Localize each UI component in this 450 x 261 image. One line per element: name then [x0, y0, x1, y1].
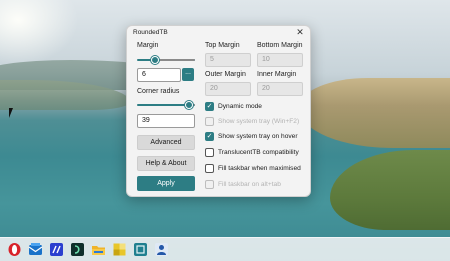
taskbar: [0, 237, 450, 261]
margin-slider[interactable]: [137, 56, 195, 64]
puzzle-icon[interactable]: [112, 242, 127, 257]
close-button[interactable]: ✕: [295, 27, 305, 38]
roundedtb-window: RoundedTB ✕ Margin 6 ... Corner radius 3…: [126, 25, 311, 197]
corner-radius-label: Corner radius: [137, 88, 180, 95]
option-label: Fill taskbar on alt+tab: [218, 181, 281, 188]
wallpaper-grassland-lower: [330, 150, 450, 230]
window-title: RoundedTB: [133, 29, 168, 36]
margin-more-button[interactable]: ...: [182, 68, 194, 81]
option-label: Show system tray on hover: [218, 133, 298, 140]
file-explorer-icon[interactable]: [91, 242, 106, 257]
outer-margin-input[interactable]: 20: [205, 82, 251, 96]
option-label: Dynamic mode: [218, 103, 262, 110]
top-margin-label: Top Margin: [205, 42, 240, 49]
opera-icon[interactable]: [7, 242, 22, 257]
mouse-cursor-icon: [9, 108, 17, 118]
margin-slider-rest: [154, 59, 195, 61]
option-label: Fill taskbar when maximised: [218, 165, 301, 172]
checkbox-checked-icon[interactable]: ✓: [205, 102, 214, 111]
margin-slider-thumb[interactable]: [151, 56, 159, 64]
bottom-margin-label: Bottom Margin: [257, 42, 303, 49]
user-app-icon[interactable]: [154, 242, 169, 257]
corner-radius-slider[interactable]: [137, 101, 195, 109]
app-teal-icon[interactable]: [133, 242, 148, 257]
inner-margin-label: Inner Margin: [257, 71, 297, 78]
title-bar[interactable]: RoundedTB ✕: [127, 26, 310, 40]
app-blue-icon[interactable]: [49, 242, 64, 257]
corner-slider-thumb[interactable]: [185, 101, 193, 109]
checkbox-checked-icon[interactable]: ✓: [205, 132, 214, 141]
terminal-icon[interactable]: [70, 242, 85, 257]
help-about-button[interactable]: Help & About: [137, 156, 195, 171]
checkbox-unchecked-icon[interactable]: [205, 148, 214, 157]
option-label: Show system tray (Win+F2): [218, 118, 300, 125]
bottom-margin-input[interactable]: 10: [257, 53, 303, 67]
wallpaper-grassland: [300, 78, 450, 148]
apply-button[interactable]: Apply: [137, 176, 195, 191]
mail-icon[interactable]: [28, 242, 43, 257]
inner-margin-input[interactable]: 20: [257, 82, 303, 96]
checkbox-unchecked-icon[interactable]: [205, 164, 214, 173]
checkbox-disabled-icon[interactable]: [205, 180, 214, 189]
checkbox-disabled-icon[interactable]: [205, 117, 214, 126]
outer-margin-label: Outer Margin: [205, 71, 246, 78]
top-margin-input[interactable]: 5: [205, 53, 251, 67]
corner-radius-input[interactable]: 39: [137, 114, 195, 128]
margin-input[interactable]: 6: [137, 68, 181, 82]
margin-label: Margin: [137, 42, 159, 49]
option-label: TranslucentTB compatibility: [218, 149, 299, 156]
advanced-button[interactable]: Advanced: [137, 135, 195, 150]
